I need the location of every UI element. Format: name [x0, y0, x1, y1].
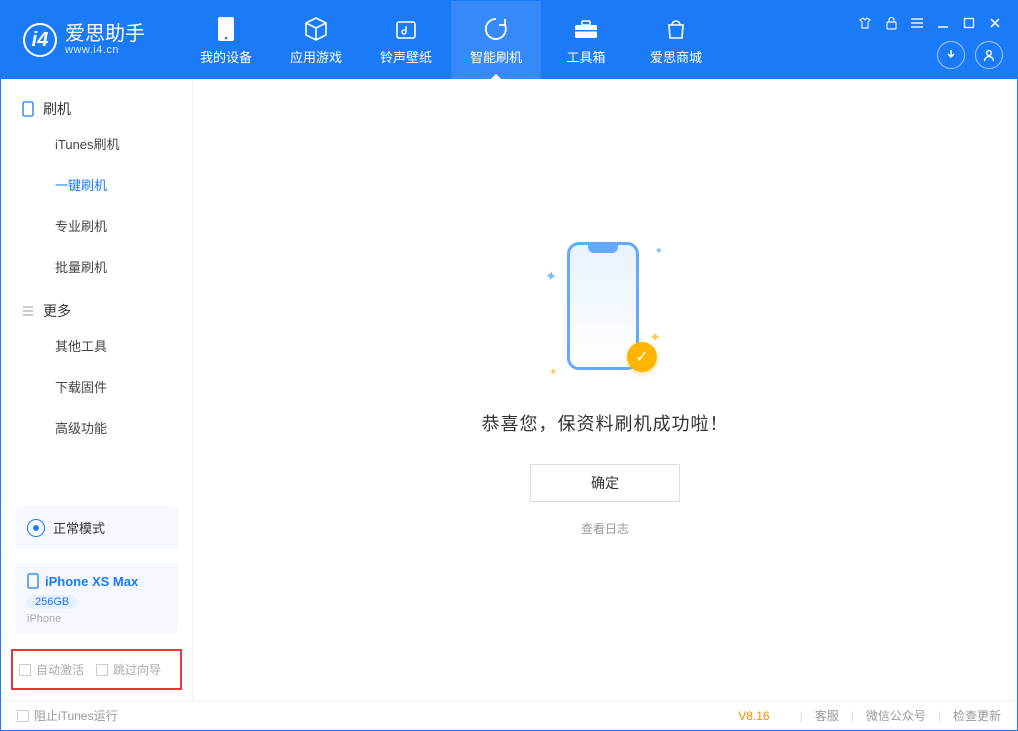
app-title: 爱思助手 — [65, 24, 145, 44]
cube-icon — [302, 15, 330, 43]
menu-lines-icon — [21, 304, 35, 318]
mode-label: 正常模式 — [53, 518, 105, 537]
sparkle-icon: ✦ — [655, 246, 663, 257]
nav-smart-flash[interactable]: 智能刷机 — [451, 1, 541, 79]
device-name: iPhone XS Max — [45, 574, 138, 589]
sidebar-group-flash: 刷机 — [1, 85, 192, 123]
bag-icon — [662, 15, 690, 43]
sparkle-icon: ✦ — [544, 267, 559, 286]
menu-icon[interactable] — [909, 15, 925, 31]
minimize-button[interactable] — [935, 15, 951, 31]
nav-toolbox[interactable]: 工具箱 — [541, 1, 631, 79]
device-type: iPhone — [27, 613, 166, 625]
success-message: 恭喜您，保资料刷机成功啦！ — [482, 410, 729, 436]
group-label: 刷机 — [43, 99, 71, 119]
ok-button[interactable]: 确定 — [530, 464, 680, 502]
device-card[interactable]: iPhone XS Max 256GB iPhone — [15, 563, 178, 633]
block-itunes-checkbox[interactable]: 阻止iTunes运行 — [17, 707, 118, 724]
footer-link-support[interactable]: 客服 — [815, 707, 839, 724]
sidebar-item-download-firmware[interactable]: 下载固件 — [1, 366, 192, 407]
nav-label: 铃声壁纸 — [380, 47, 432, 66]
separator: | — [938, 709, 941, 723]
status-bar: 阻止iTunes运行 V8.16 | 客服 | 微信公众号 | 检查更新 — [1, 700, 1017, 730]
footer-link-update[interactable]: 检查更新 — [953, 707, 1001, 724]
separator: | — [851, 709, 854, 723]
device-icon — [21, 102, 35, 116]
sidebar-item-pro-flash[interactable]: 专业刷机 — [1, 205, 192, 246]
download-button[interactable] — [937, 41, 965, 69]
checkbox-label: 阻止iTunes运行 — [34, 707, 118, 724]
checkbox-label: 自动激活 — [36, 661, 84, 678]
group-label: 更多 — [43, 301, 71, 321]
sidebar-item-batch-flash[interactable]: 批量刷机 — [1, 246, 192, 287]
logo-area: i4 爱思助手 www.i4.cn — [1, 1, 181, 79]
device-name-row: iPhone XS Max — [27, 573, 166, 589]
lock-icon[interactable] — [883, 15, 899, 31]
checkbox-label: 跳过向导 — [113, 661, 161, 678]
auto-activate-checkbox[interactable]: 自动激活 — [19, 661, 84, 678]
shirt-icon[interactable] — [857, 15, 873, 31]
device-capacity: 256GB — [27, 595, 77, 609]
sidebar-item-itunes-flash[interactable]: iTunes刷机 — [1, 123, 192, 164]
sidebar-item-other-tools[interactable]: 其他工具 — [1, 325, 192, 366]
nav-apps-games[interactable]: 应用游戏 — [271, 1, 361, 79]
sidebar-item-advanced[interactable]: 高级功能 — [1, 407, 192, 448]
refresh-shield-icon — [482, 15, 510, 43]
sidebar-item-oneclick-flash[interactable]: 一键刷机 — [1, 164, 192, 205]
skip-guide-checkbox[interactable]: 跳过向导 — [96, 661, 161, 678]
nav-label: 应用游戏 — [290, 47, 342, 66]
check-badge-icon: ✓ — [627, 342, 657, 372]
success-illustration: ✦ ✦ ✦ ✦ ✓ — [545, 242, 665, 382]
header-right — [857, 1, 1017, 79]
phone-icon — [212, 15, 240, 43]
main-content: ✦ ✦ ✦ ✦ ✓ 恭喜您，保资料刷机成功啦！ 确定 查看日志 — [193, 79, 1017, 700]
checkbox-icon — [19, 664, 31, 676]
sidebar-group-more: 更多 — [1, 287, 192, 325]
main-nav: 我的设备 应用游戏 铃声壁纸 智能刷机 工具箱 爱思商城 — [181, 1, 857, 79]
options-highlight-box: 自动激活 跳过向导 — [11, 649, 182, 690]
sparkle-icon: ✦ — [649, 329, 661, 346]
separator: | — [800, 709, 803, 723]
window-controls — [857, 7, 1003, 31]
checkbox-icon — [96, 664, 108, 676]
footer-link-wechat[interactable]: 微信公众号 — [866, 707, 926, 724]
nav-label: 智能刷机 — [470, 47, 522, 66]
mode-radio-icon — [27, 519, 45, 537]
mode-card[interactable]: 正常模式 — [15, 506, 178, 549]
nav-store[interactable]: 爱思商城 — [631, 1, 721, 79]
nav-my-device[interactable]: 我的设备 — [181, 1, 271, 79]
toolbox-icon — [572, 15, 600, 43]
music-folder-icon — [392, 15, 420, 43]
close-button[interactable] — [987, 15, 1003, 31]
view-log-link[interactable]: 查看日志 — [581, 520, 629, 537]
device-phone-icon — [27, 573, 39, 589]
app-subtitle: www.i4.cn — [65, 44, 145, 56]
nav-label: 工具箱 — [566, 47, 605, 66]
app-logo-icon: i4 — [23, 23, 57, 57]
nav-label: 爱思商城 — [650, 47, 702, 66]
account-button[interactable] — [975, 41, 1003, 69]
checkbox-icon — [17, 710, 29, 722]
app-header: i4 爱思助手 www.i4.cn 我的设备 应用游戏 铃声壁纸 智能刷机 工具… — [1, 1, 1017, 79]
header-round-buttons — [937, 41, 1003, 69]
sidebar: 刷机 iTunes刷机 一键刷机 专业刷机 批量刷机 更多 其他工具 下载固件 … — [1, 79, 193, 700]
logo-text: 爱思助手 www.i4.cn — [65, 24, 145, 56]
nav-ringtone-wallpaper[interactable]: 铃声壁纸 — [361, 1, 451, 79]
nav-label: 我的设备 — [200, 47, 252, 66]
sparkle-icon: ✦ — [549, 367, 557, 378]
version-label: V8.16 — [738, 709, 769, 723]
app-body: 刷机 iTunes刷机 一键刷机 专业刷机 批量刷机 更多 其他工具 下载固件 … — [1, 79, 1017, 700]
sidebar-scroll: 刷机 iTunes刷机 一键刷机 专业刷机 批量刷机 更多 其他工具 下载固件 … — [1, 79, 192, 498]
maximize-button[interactable] — [961, 15, 977, 31]
